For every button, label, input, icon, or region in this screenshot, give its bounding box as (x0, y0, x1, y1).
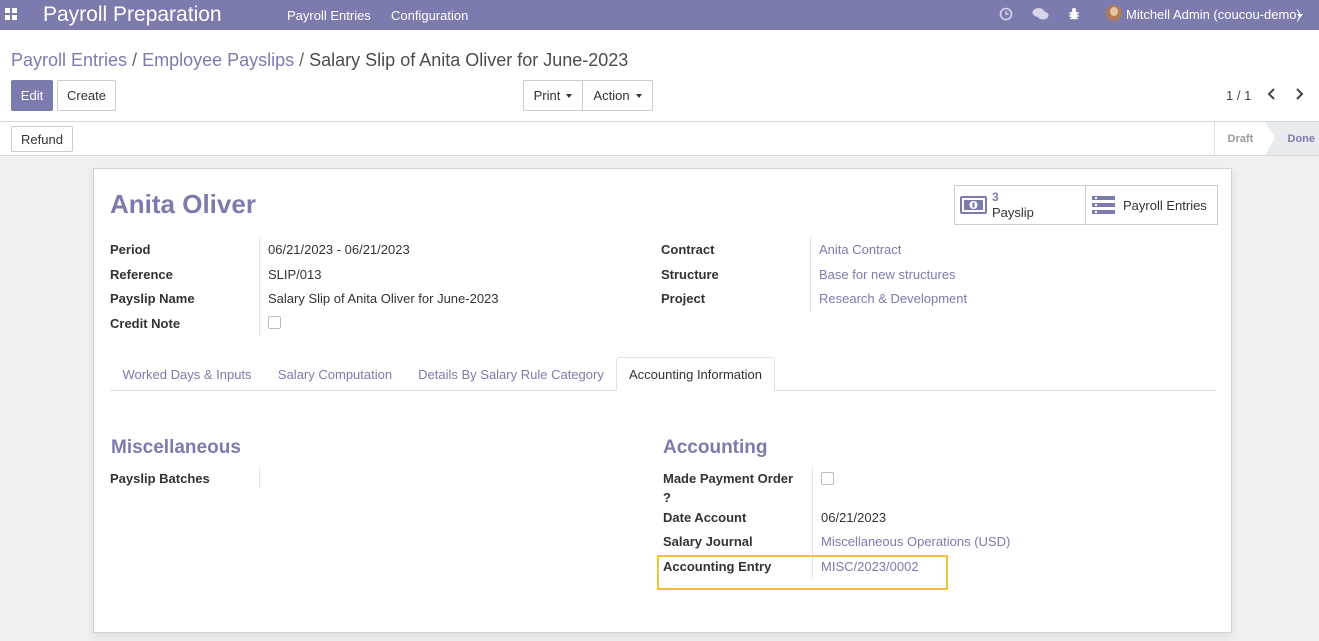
form-sheet: Anita Oliver 3 Payslip Payroll Entries P… (93, 168, 1232, 633)
field-separator (259, 237, 260, 335)
credit-note-label: Credit Note (110, 316, 181, 331)
breadcrumb-employee-payslips[interactable]: Employee Payslips (142, 50, 294, 70)
structure-label: Structure (661, 267, 719, 282)
field-separator (810, 237, 811, 313)
chevron-down-icon (566, 93, 573, 98)
chevron-down-icon (635, 93, 642, 98)
user-name: Mitchell Admin (coucou-demo) (1126, 7, 1301, 22)
project-label: Project (661, 291, 706, 306)
field-separator (259, 467, 260, 489)
payslip-name-label: Payslip Name (110, 291, 195, 306)
bug-icon[interactable] (1067, 7, 1081, 21)
accounting-title: Accounting (663, 437, 768, 458)
project-link[interactable]: Research & Development (819, 291, 967, 306)
smart-buttons: 3 Payslip Payroll Entries (954, 185, 1218, 225)
menu-payroll-entries[interactable]: Payroll Entries (287, 8, 371, 23)
payslip-smart-button[interactable]: 3 Payslip (955, 186, 1086, 224)
stage-draft[interactable]: Draft (1214, 122, 1266, 155)
chevron-down-icon (1297, 14, 1303, 18)
clock-icon[interactable] (999, 7, 1013, 21)
money-icon (960, 196, 987, 214)
made-payment-order-label-2: ? (663, 490, 671, 505)
miscellaneous-title: Miscellaneous (111, 437, 241, 458)
avatar (1106, 5, 1122, 21)
action-label: Action (593, 88, 630, 103)
payroll-entries-smart-button[interactable]: Payroll Entries (1086, 186, 1217, 224)
made-payment-order-label: Made Payment Order (663, 471, 794, 486)
print-dropdown[interactable]: Print (523, 80, 583, 111)
chevron-right-icon[interactable] (1292, 86, 1306, 102)
accounting-entry-highlight (657, 555, 948, 590)
payslip-label: Payslip (992, 205, 1034, 220)
app-title[interactable]: Payroll Preparation (43, 3, 222, 27)
stage-done[interactable]: Done (1265, 122, 1319, 155)
apps-icon[interactable] (5, 8, 17, 20)
contract-link[interactable]: Anita Contract (819, 242, 901, 257)
breadcrumb-current: Salary Slip of Anita Oliver for June-202… (309, 50, 629, 70)
pager-value[interactable]: 1 / 1 (1226, 88, 1251, 103)
action-dropdown[interactable]: Action (582, 80, 653, 111)
breadcrumb-payroll-entries[interactable]: Payroll Entries (11, 50, 127, 70)
payslip-batches-label: Payslip Batches (110, 471, 210, 486)
date-account-value: 06/21/2023 (821, 510, 887, 525)
payroll-entries-label: Payroll Entries (1123, 198, 1207, 213)
print-label: Print (533, 88, 561, 103)
list-icon (1092, 196, 1115, 214)
chevron-left-icon[interactable] (1265, 86, 1279, 102)
structure-link[interactable]: Base for new structures (819, 267, 956, 282)
breadcrumb: Payroll Entries / Employee Payslips / Salary… (11, 50, 628, 71)
tab-details-by-salary-rule-category[interactable]: Details By Salary Rule Category (410, 357, 612, 391)
top-navbar: Payroll Preparation Payroll Entries Conf… (0, 0, 1319, 30)
tab-salary-computation[interactable]: Salary Computation (269, 357, 401, 391)
tab-worked-days-inputs[interactable]: Worked Days & Inputs (112, 357, 262, 391)
salary-journal-link[interactable]: Miscellaneous Operations (USD) (821, 534, 1010, 549)
period-label: Period (110, 242, 151, 257)
payslip-count: 3 (992, 190, 999, 204)
employee-name: Anita Oliver (110, 189, 256, 219)
breadcrumb-separator: / (299, 50, 305, 70)
create-button[interactable]: Create (57, 80, 116, 111)
contract-label: Contract (661, 242, 715, 257)
salary-journal-label: Salary Journal (663, 534, 753, 549)
control-panel: Payroll Entries / Employee Payslips / Salary… (0, 30, 1319, 122)
edit-button[interactable]: Edit (11, 80, 53, 111)
statusbar: Refund Draft Done (0, 122, 1319, 156)
credit-note-checkbox[interactable] (268, 316, 281, 329)
reference-value: SLIP/013 (268, 267, 322, 282)
breadcrumb-separator: / (132, 50, 138, 70)
tab-accounting-information[interactable]: Accounting Information (616, 357, 775, 391)
refund-button[interactable]: Refund (11, 126, 73, 152)
menu-configuration[interactable]: Configuration (391, 8, 468, 23)
date-account-label: Date Account (663, 510, 747, 525)
made-payment-order-checkbox[interactable] (821, 472, 834, 485)
period-value: 06/21/2023 - 06/21/2023 (268, 242, 410, 257)
payslip-name-value: Salary Slip of Anita Oliver for June-202… (268, 291, 499, 306)
reference-label: Reference (110, 267, 173, 282)
chat-icon[interactable] (1032, 7, 1049, 21)
